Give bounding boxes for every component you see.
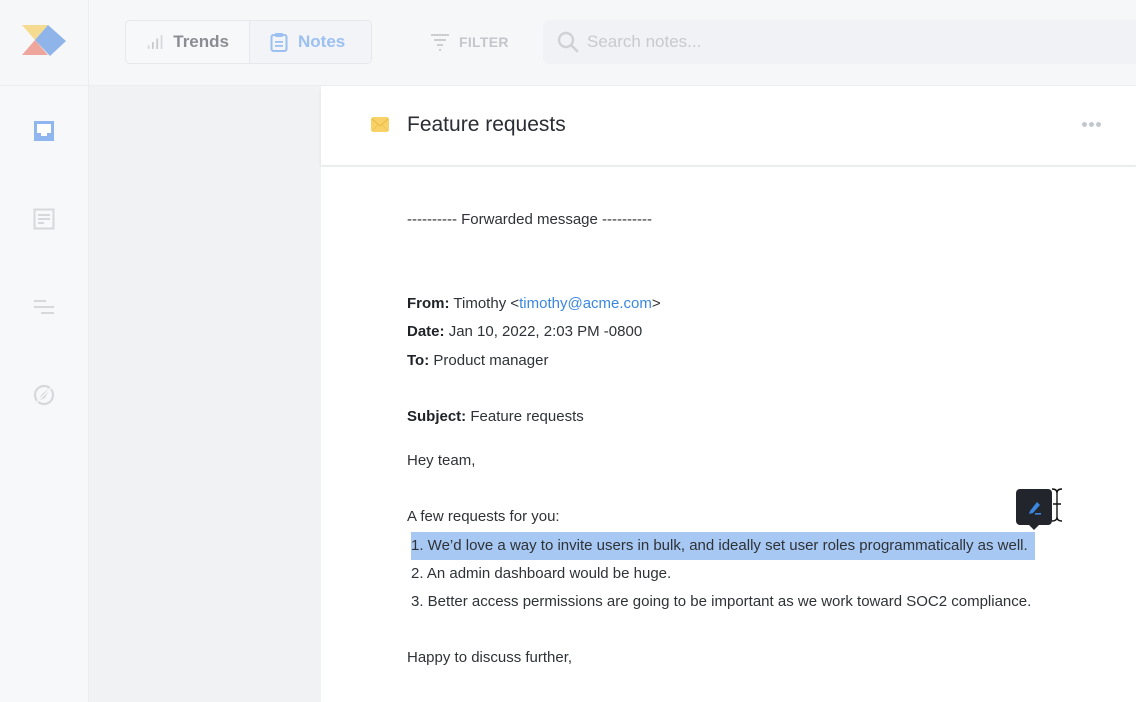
request-item: 3. Better access permissions are going t…	[411, 593, 1032, 610]
pen-icon	[1029, 502, 1041, 515]
logo-cell	[0, 0, 89, 86]
note-body[interactable]: ---------- Forwarded message ---------- …	[321, 167, 1136, 702]
request-item: 1. We’d love a way to invite users in bu…	[411, 537, 1028, 554]
search-icon	[557, 31, 579, 53]
forwarded-line: ---------- Forwarded message ----------	[407, 211, 652, 228]
note-header: Feature requests	[321, 86, 1136, 166]
date-label: Date:	[407, 323, 445, 340]
notes-list-panel	[89, 86, 321, 702]
tab-notes-label: Notes	[298, 32, 346, 51]
intro-line: A few requests for you:	[407, 508, 560, 525]
closing-line: Happy to discuss further,	[407, 649, 573, 666]
subject-label: Subject:	[407, 408, 467, 425]
tab-trends[interactable]: Trends	[126, 21, 250, 63]
compass-icon[interactable]	[33, 384, 55, 406]
tab-trends-label: Trends	[173, 32, 229, 51]
clipboard-icon	[270, 33, 288, 52]
left-sidebar	[0, 86, 89, 702]
inbox-icon[interactable]	[33, 120, 55, 142]
from-label: From:	[407, 295, 450, 312]
filter-label: FILTER	[459, 34, 509, 50]
date-value: Jan 10, 2022, 2:03 PM -0800	[448, 323, 643, 340]
date-line: Date: Jan 10, 2022, 2:03 PM -0800	[407, 323, 642, 340]
tab-notes[interactable]: Notes	[250, 21, 371, 63]
search-box	[543, 20, 1136, 64]
filter-button[interactable]: FILTER	[430, 30, 509, 54]
view-tabs: Trends Notes	[125, 20, 372, 64]
text-cursor-icon	[1051, 488, 1063, 522]
subject-value: Feature requests	[470, 408, 584, 425]
to-value: Product manager	[433, 352, 549, 369]
document-icon[interactable]	[33, 208, 55, 230]
to-line: To: Product manager	[407, 352, 548, 369]
envelope-icon	[371, 117, 389, 132]
filter-icon	[431, 34, 449, 51]
greeting: Hey team,	[407, 452, 476, 469]
note-title[interactable]: Feature requests	[407, 113, 566, 137]
to-label: To:	[407, 352, 430, 369]
request-item: 2. An admin dashboard would be huge.	[411, 565, 672, 582]
from-name: Timothy <	[453, 295, 520, 312]
bar-chart-icon	[147, 35, 163, 49]
from-email-link[interactable]: timothy@acme.com	[519, 295, 652, 312]
app-logo[interactable]	[22, 25, 68, 57]
more-options-icon[interactable]	[1082, 122, 1101, 127]
from-line: From: Timothy <timothy@acme.com>	[407, 295, 661, 312]
highlight-annotate-button[interactable]	[1016, 489, 1052, 530]
top-bar: Trends Notes FILTER	[0, 0, 1136, 86]
from-close: >	[651, 295, 661, 312]
search-input[interactable]	[587, 32, 1087, 52]
lines-icon[interactable]	[33, 296, 55, 318]
subject-line: Subject: Feature requests	[407, 408, 584, 425]
